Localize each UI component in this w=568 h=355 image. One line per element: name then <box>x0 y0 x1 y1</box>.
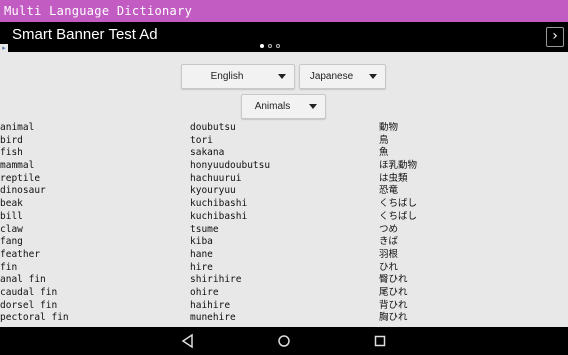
japanese-word: 尾ひれ <box>379 286 408 298</box>
ad-page-dot <box>268 44 272 48</box>
ad-page-dot <box>276 44 280 48</box>
list-item[interactable]: fish sakana 魚 <box>0 147 568 160</box>
list-item[interactable]: animal doubutsu 動物 <box>0 122 568 135</box>
japanese-word: 背ひれ <box>379 299 408 311</box>
english-word: anal fin <box>0 274 46 286</box>
japanese-word: 鳥 <box>379 134 389 146</box>
romaji-word: kyouryuu <box>190 185 236 197</box>
romaji-word: kiba <box>190 236 213 248</box>
app-title-bar: Multi Language Dictionary <box>0 0 568 22</box>
ad-banner[interactable]: Smart Banner Test Ad › ▸ <box>0 22 568 52</box>
romaji-word: honyuudoubutsu <box>190 160 271 172</box>
recents-icon[interactable] <box>372 333 388 349</box>
romaji-word: hachuurui <box>190 172 242 184</box>
list-item[interactable]: claw tsume つめ <box>0 224 568 237</box>
list-item[interactable]: reptile hachuurui は虫類 <box>0 173 568 186</box>
category-value: Animals <box>254 101 291 112</box>
romaji-word: kuchibashi <box>190 210 248 222</box>
english-word: dinosaur <box>0 185 46 197</box>
japanese-word: つめ <box>379 223 399 235</box>
ad-text[interactable]: Smart Banner Test Ad <box>12 26 158 43</box>
list-item[interactable]: feather hane 羽根 <box>0 249 568 262</box>
japanese-word: は虫類 <box>379 172 408 184</box>
source-language-value: English <box>210 71 244 82</box>
english-word: fang <box>0 236 23 248</box>
english-word: mammal <box>0 160 35 172</box>
japanese-word: きば <box>379 236 399 248</box>
romaji-word: shirihire <box>190 274 242 286</box>
list-item[interactable]: dorsel fin haihire 背ひれ <box>0 300 568 313</box>
ad-page-dot <box>260 44 264 48</box>
english-word: pectoral fin <box>0 312 69 324</box>
japanese-word: 動物 <box>379 122 399 133</box>
romaji-word: haihire <box>190 299 231 311</box>
english-word: reptile <box>0 172 41 184</box>
source-language-dropdown[interactable]: English <box>181 64 295 89</box>
list-item[interactable]: fin hire ひれ <box>0 262 568 275</box>
list-item[interactable]: caudal fin ohire 尾ひれ <box>0 287 568 300</box>
list-item[interactable]: mammal honyuudoubutsu ほ乳動物 <box>0 160 568 173</box>
romaji-word: tori <box>190 134 213 146</box>
ad-info-icon[interactable]: ▸ <box>0 44 8 52</box>
english-word: bill <box>0 210 23 222</box>
japanese-word: ひれ <box>379 261 399 273</box>
dropdown-arrow-icon <box>369 74 377 79</box>
japanese-word: ほ乳動物 <box>379 160 418 172</box>
english-word: fin <box>0 261 18 273</box>
japanese-word: 恐竜 <box>379 185 399 197</box>
romaji-word: doubutsu <box>190 122 236 133</box>
ad-page-indicator <box>260 44 280 50</box>
english-word: dorsel fin <box>0 299 58 311</box>
romaji-word: hire <box>190 261 213 273</box>
ad-next-button[interactable]: › <box>546 27 564 47</box>
dropdown-arrow-icon <box>278 74 286 79</box>
english-word: caudal fin <box>0 286 58 298</box>
japanese-word: 羽根 <box>379 248 399 260</box>
english-word: fish <box>0 147 23 159</box>
back-icon[interactable] <box>180 333 196 349</box>
english-word: bird <box>0 134 23 146</box>
japanese-word: 臀ひれ <box>379 274 408 286</box>
romaji-word: tsume <box>190 223 219 235</box>
target-language-dropdown[interactable]: Japanese <box>299 64 386 89</box>
list-item[interactable]: beak kuchibashi くちばし <box>0 198 568 211</box>
list-item[interactable]: dinosaur kyouryuu 恐竜 <box>0 185 568 198</box>
word-list[interactable]: animal doubutsu 動物 bird tori 鳥 fish sakana 魚 mamm… <box>0 122 568 327</box>
list-item[interactable]: anal fin shirihire 臀ひれ <box>0 274 568 287</box>
english-word: animal <box>0 122 35 133</box>
japanese-word: 胸ひれ <box>379 312 408 324</box>
list-item[interactable]: bird tori 鳥 <box>0 135 568 148</box>
japanese-word: くちばし <box>379 210 418 222</box>
target-language-value: Japanese <box>309 71 354 82</box>
english-word: claw <box>0 223 23 235</box>
english-word: beak <box>0 198 23 210</box>
system-nav-bar <box>0 327 568 355</box>
japanese-word: くちばし <box>379 198 418 210</box>
list-item[interactable]: pectoral fin munehire 胸ひれ <box>0 312 568 325</box>
list-item[interactable]: fang kiba きば <box>0 236 568 249</box>
english-word: feather <box>0 248 41 260</box>
romaji-word: sakana <box>190 147 225 159</box>
app-title: Multi Language Dictionary <box>4 4 193 18</box>
romaji-word: kuchibashi <box>190 198 248 210</box>
home-icon[interactable] <box>276 333 292 349</box>
romaji-word: hane <box>190 248 213 260</box>
romaji-word: ohire <box>190 286 219 298</box>
list-item[interactable]: bill kuchibashi くちばし <box>0 211 568 224</box>
romaji-word: munehire <box>190 312 236 324</box>
dropdown-arrow-icon <box>309 104 317 109</box>
japanese-word: 魚 <box>379 147 389 159</box>
category-dropdown[interactable]: Animals <box>241 94 326 119</box>
